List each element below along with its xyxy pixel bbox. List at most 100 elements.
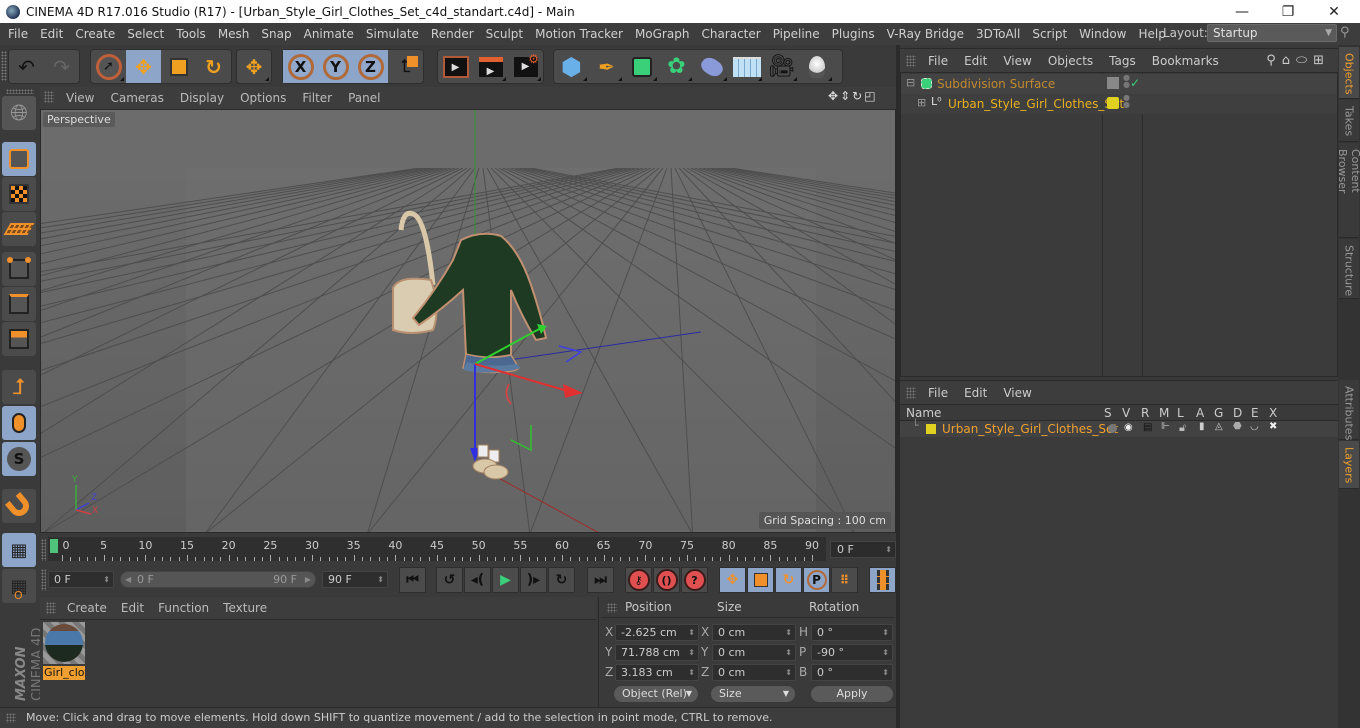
add-camera-button[interactable]: 🎥︎ (764, 50, 799, 83)
render-to-picture-viewer-button[interactable]: ▶ (473, 50, 508, 83)
menu-3dtoall[interactable]: 3DToAll (970, 27, 1026, 41)
layer-menu-edit[interactable]: Edit (956, 386, 995, 400)
material-menu-texture[interactable]: Texture (216, 601, 274, 615)
menu-mesh[interactable]: Mesh (212, 27, 256, 41)
tab-takes[interactable]: Takes (1339, 100, 1359, 142)
add-deformer-button[interactable] (694, 50, 729, 83)
range-right-arrow-icon[interactable]: ▶ (305, 572, 311, 587)
menu-animate[interactable]: Animate (298, 27, 360, 41)
go-to-end-button[interactable]: ⏭ (587, 567, 614, 593)
axis-mode-button[interactable]: ⮥ (2, 370, 36, 404)
expand-icon[interactable]: ⊞ (917, 96, 926, 109)
menu-script[interactable]: Script (1026, 27, 1073, 41)
menu-vray-bridge[interactable]: V-Ray Bridge (881, 27, 970, 41)
editor-visibility-icon[interactable] (1107, 77, 1119, 89)
close-button[interactable]: ✕ (1311, 0, 1357, 23)
toolbar-grip[interactable] (6, 89, 34, 94)
layer-name[interactable]: Urban_Style_Girl_Clothes_Set (942, 422, 1118, 436)
render-view-button[interactable]: ▶ (438, 50, 473, 83)
panel-grip[interactable] (41, 539, 46, 561)
playhead[interactable] (50, 539, 58, 553)
timeline-ruler[interactable]: 0 5 10 15 20 25 30 35 40 45 50 55 60 65 70 75 80 85 90 (48, 537, 826, 561)
home-icon[interactable]: ⌂ (1282, 53, 1296, 68)
collapse-icon[interactable]: ⊟ (906, 76, 915, 89)
deformer-icon[interactable]: ⬣ (1233, 421, 1242, 432)
record-scale-button[interactable] (747, 567, 774, 593)
object-row[interactable]: ⊞ L⁰ Urban_Style_Girl_Clothes_Set ● ● (901, 94, 1337, 114)
rotation-p-field[interactable]: -90 ° ⬍ (811, 644, 893, 661)
object-menu-edit[interactable]: Edit (956, 54, 995, 68)
viewport-menu-options[interactable]: Options (232, 91, 294, 105)
previous-key-button[interactable]: ↺ (436, 567, 463, 593)
tab-structure[interactable]: Structure (1339, 239, 1359, 299)
object-menu-file[interactable]: File (920, 54, 956, 68)
object-menu-objects[interactable]: Objects (1040, 54, 1101, 68)
tweak-mode-button[interactable] (2, 406, 36, 440)
workplane-mode-button[interactable] (2, 212, 36, 246)
lock-icon[interactable]: 🔓︎ (1179, 421, 1186, 435)
position-x-field[interactable]: -2.625 cm ⬍ (615, 624, 699, 641)
next-key-button[interactable]: ↻ (548, 567, 575, 593)
polygons-mode-button[interactable] (2, 322, 36, 356)
render-visibility-dots[interactable]: ● ● (1123, 94, 1130, 109)
frame-range-slider[interactable]: ◀ 0 F 90 F ▶ (120, 571, 316, 588)
coordinate-mode-dropdown[interactable]: Object (Rel) ▼ (614, 686, 698, 702)
menu-pipeline[interactable]: Pipeline (767, 27, 826, 41)
y-axis-lock-button[interactable]: Y (318, 50, 353, 83)
camera-label[interactable]: Perspective (43, 112, 115, 127)
column-render[interactable]: R (1141, 406, 1149, 420)
eye-icon[interactable]: ⬭ (1296, 53, 1313, 68)
texture-mode-button[interactable] (2, 177, 36, 211)
auto-key-button[interactable]: () (653, 567, 680, 593)
object-name[interactable]: Subdivision Surface (937, 77, 1055, 91)
menu-mograph[interactable]: MoGraph (629, 27, 696, 41)
keyframe-selection-button[interactable]: ? (681, 567, 708, 593)
next-frame-button[interactable]: )▸ (520, 567, 547, 593)
apply-button[interactable]: Apply (811, 686, 893, 702)
position-y-field[interactable]: 71.788 cm ⬍ (615, 644, 699, 661)
move-tool-button[interactable]: ✥ (126, 50, 161, 83)
menu-create[interactable]: Create (69, 27, 121, 41)
menu-window[interactable]: Window (1073, 27, 1132, 41)
previous-frame-button[interactable]: ◂( (464, 567, 491, 593)
size-mode-dropdown[interactable]: Size ▼ (711, 686, 795, 702)
menu-tools[interactable]: Tools (170, 27, 212, 41)
redo-button[interactable]: ↷ (44, 50, 79, 83)
column-xrefs[interactable]: X (1269, 406, 1277, 420)
menu-edit[interactable]: Edit (34, 27, 69, 41)
column-expressions[interactable]: E (1251, 406, 1259, 420)
range-left-arrow-icon[interactable]: ◀ (125, 572, 131, 587)
object-menu-tags[interactable]: Tags (1101, 54, 1144, 68)
play-button[interactable]: ▶ (492, 567, 519, 593)
size-z-field[interactable]: 0 cm ⬍ (712, 664, 796, 681)
hierarchy-icon[interactable]: ⊩ (1161, 421, 1170, 432)
viewport-menu-view[interactable]: View (58, 91, 102, 105)
timeline-window-button[interactable] (869, 567, 896, 593)
x-axis-lock-button[interactable]: X (283, 50, 318, 83)
dolly-view-icon[interactable]: ⇕ (840, 89, 852, 103)
menu-render[interactable]: Render (425, 27, 480, 41)
go-to-start-button[interactable]: ⏮ (399, 567, 426, 593)
column-generators[interactable]: G (1214, 406, 1223, 420)
render-visibility-dots[interactable]: ● ● (1123, 74, 1130, 89)
column-animation[interactable]: A (1196, 406, 1204, 420)
material-menu-function[interactable]: Function (151, 601, 216, 615)
position-z-field[interactable]: 3.183 cm ⬍ (615, 664, 699, 681)
lock-workplane-button[interactable]: ▦ (2, 533, 36, 567)
rotation-b-field[interactable]: 0 ° ⬍ (811, 664, 893, 681)
viewport-menu-panel[interactable]: Panel (340, 91, 388, 105)
start-frame-field[interactable]: 0 F ⬍ (48, 571, 114, 588)
viewport-menu-display[interactable]: Display (172, 91, 232, 105)
panel-grip[interactable] (6, 713, 16, 723)
add-floor-button[interactable] (729, 50, 764, 83)
generator-icon[interactable]: ◬ (1215, 421, 1223, 432)
clapper-icon[interactable]: ▤ (1143, 422, 1152, 433)
maximize-button[interactable]: ❐ (1265, 0, 1311, 23)
object-name[interactable]: Urban_Style_Girl_Clothes_Set (948, 97, 1124, 111)
panel-grip[interactable] (41, 569, 46, 591)
orbit-view-icon[interactable]: ↻ (852, 89, 864, 103)
layer-menu-file[interactable]: File (920, 386, 956, 400)
layer-row[interactable]: └ Urban_Style_Girl_Clothes_Set ◉ ▤ ⊩ 🔓︎ … (900, 419, 1338, 437)
layout-select[interactable]: Startup ▼ (1207, 24, 1337, 42)
solo-toggle-icon[interactable] (1108, 424, 1117, 433)
